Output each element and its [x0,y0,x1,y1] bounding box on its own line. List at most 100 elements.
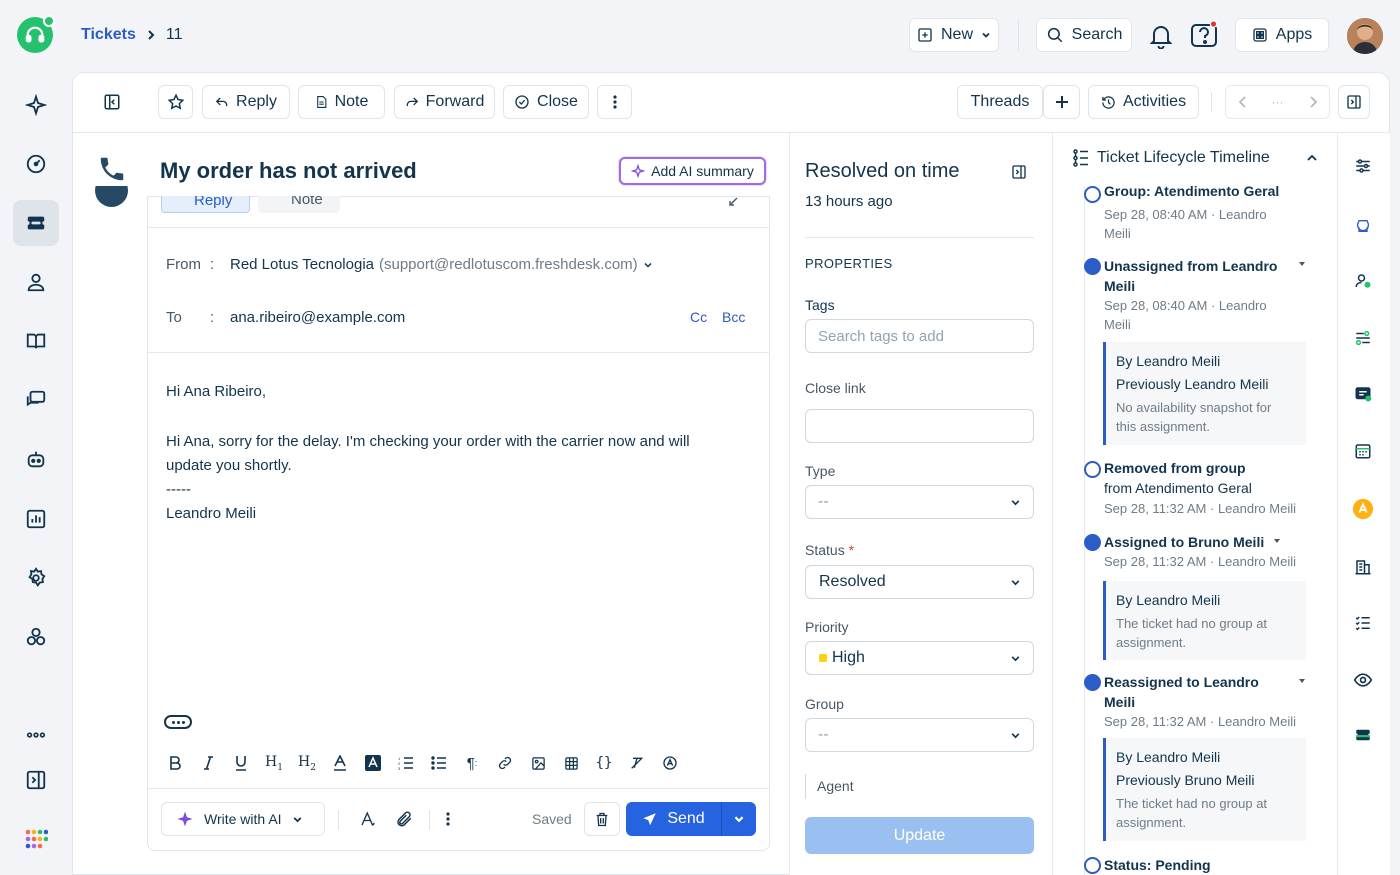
underline-icon[interactable] [230,752,252,774]
expand-item-icon[interactable] [1298,678,1306,684]
note-button[interactable]: Note [298,85,385,119]
attachment-icon[interactable] [395,810,413,828]
priority-select[interactable]: High [805,641,1034,675]
code-icon[interactable]: {} [593,752,615,774]
close-link-input[interactable] [805,409,1034,443]
write-with-ai-button[interactable]: Write with AI [161,802,325,836]
composer-tab-note[interactable]: Note [258,196,340,213]
bold-icon[interactable] [164,752,186,774]
group-select[interactable]: -- [805,718,1034,752]
send-button[interactable]: Send [626,802,721,836]
search-button[interactable]: Search [1036,18,1132,52]
cc-link[interactable]: Cc [690,309,707,325]
update-button[interactable]: Update [805,817,1034,854]
bot-icon[interactable] [13,436,59,482]
composer-more-icon[interactable] [446,812,450,826]
freshdesk-logo[interactable] [17,15,55,53]
ai-sparkle-icon[interactable] [13,82,59,128]
background-color-icon[interactable] [362,752,384,774]
apps-button[interactable]: Apps [1235,18,1329,52]
email-body[interactable]: Hi Ana Ribeiro, Hi Ana, sorry for the de… [166,380,756,526]
previous-ticket-icon[interactable] [1238,96,1247,108]
more-actions-button[interactable] [597,85,632,119]
breadcrumb-tickets-link[interactable]: Tickets [81,26,136,44]
image-icon[interactable] [527,752,549,774]
collapse-composer-icon[interactable] [727,196,739,208]
heading-2-icon[interactable]: H2 [296,752,318,774]
settings-gear-icon[interactable] [13,555,59,601]
activities-button[interactable]: Activities [1088,85,1199,119]
close-ticket-button[interactable]: Close [503,85,589,119]
status-select[interactable]: Resolved [805,565,1034,599]
canned-responses-icon[interactable] [1352,383,1374,405]
toggle-right-panel-button[interactable] [1338,85,1370,119]
forward-icon [406,97,418,107]
expand-item-icon[interactable] [1298,261,1306,267]
link-icon[interactable] [494,752,516,774]
collapse-list-icon[interactable] [103,93,121,111]
store-icon[interactable] [1352,215,1374,237]
conversations-icon[interactable] [13,377,59,423]
to-field[interactable]: ana.ribeiro@example.com [230,309,405,326]
table-icon[interactable] [560,752,582,774]
ellipsis-icon[interactable]: ··· [1272,95,1284,109]
left-navigation [0,0,72,875]
knowledge-base-icon[interactable] [13,318,59,364]
expand-sidebar-icon[interactable] [13,757,59,803]
user-avatar[interactable] [1347,18,1383,54]
checklist-icon[interactable] [1352,612,1374,634]
calendar-icon[interactable] [1352,440,1374,462]
ticket-app-icon[interactable] [1352,724,1374,746]
more-icon[interactable] [13,712,59,758]
contacts-icon[interactable] [13,259,59,305]
threads-button[interactable]: Threads [957,85,1043,119]
send-options-dropdown[interactable] [722,802,756,836]
type-select[interactable]: -- [805,485,1034,519]
composer-tab-reply[interactable]: Reply [161,196,250,213]
next-ticket-icon[interactable] [1309,96,1317,108]
dashboard-icon[interactable] [13,141,59,187]
clear-formatting-icon[interactable] [626,752,648,774]
workflow-icon[interactable] [1352,327,1374,349]
bullet-list-icon[interactable] [428,752,450,774]
collapse-timeline-icon[interactable] [1306,153,1318,163]
italic-icon[interactable] [197,752,219,774]
sidebar-toggle-icon [1347,95,1361,109]
numbered-list-icon[interactable]: 123 [395,752,417,774]
text-color-icon[interactable] [329,752,351,774]
from-field[interactable]: Red Lotus Tecnologia (support@redlotusco… [230,256,653,273]
watchers-eye-icon[interactable] [1352,669,1374,691]
app-badge-icon[interactable] [1352,498,1374,520]
apps-grid-icon[interactable] [13,817,59,863]
new-button[interactable]: New [909,18,999,52]
font-style-icon[interactable] [359,810,377,828]
show-quoted-text-button[interactable] [164,715,192,729]
contact-info-icon[interactable] [1352,270,1374,292]
spell-check-icon[interactable] [659,752,681,774]
discard-draft-button[interactable] [584,802,620,836]
add-thread-button[interactable] [1043,85,1080,119]
forward-button[interactable]: Forward [394,85,495,119]
send-button-group: Send [626,802,756,836]
tickets-icon[interactable] [13,200,59,246]
star-button[interactable] [158,85,193,119]
timeline-item-meta: Sep 28, 08:40 AM · Leandro Meili [1104,207,1267,241]
tags-input[interactable]: Search tags to add [805,319,1034,353]
reports-icon[interactable] [13,496,59,542]
heading-1-icon[interactable]: H1 [263,752,285,774]
add-ai-summary-button[interactable]: Add AI summary [619,157,766,185]
marketplace-icon[interactable] [13,614,59,660]
expand-item-icon[interactable] [1273,538,1281,544]
chevron-down-icon [1011,655,1020,661]
reply-button[interactable]: Reply [202,85,290,119]
help-icon[interactable] [1190,20,1220,50]
filter-settings-icon[interactable] [1352,155,1374,177]
kebab-menu-icon [612,95,617,109]
paragraph-icon[interactable]: ¶: [461,752,483,774]
bcc-link[interactable]: Bcc [722,309,745,325]
footer-divider-2 [429,810,430,830]
company-icon[interactable] [1352,556,1374,578]
collapse-properties-icon[interactable] [1011,164,1027,180]
notifications-bell-icon[interactable] [1149,23,1173,49]
ticket-pager: ··· [1225,85,1330,119]
